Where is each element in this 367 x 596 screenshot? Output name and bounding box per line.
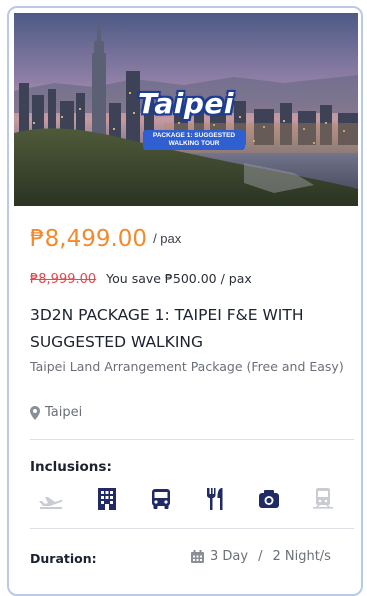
duration-separator: / [258,549,263,564]
savings-row: ₱8,999.00 You save ₱500.00 / pax [30,271,252,287]
hero-city-title: Taipei [138,87,234,120]
meals-icon [202,486,228,512]
train-icon [310,486,336,512]
hero-banner-line1: PACKAGE 1: SUGGESTED [152,132,236,139]
price-row: ₱8,499.00 / pax [30,226,181,252]
per-pax-label: / pax [153,231,182,246]
duration-nights: 2 Night/s [272,549,331,564]
plane-icon [38,486,64,512]
hotel-icon [94,486,120,512]
savings-text: You save ₱500.00 / pax [106,271,252,286]
map-pin-icon [30,405,40,420]
divider [30,439,354,440]
duration-label: Duration: [30,551,97,566]
inclusions-label: Inclusions: [30,459,112,475]
location: Taipei [30,405,82,420]
package-title[interactable]: 3D2N PACKAGE 1: TAIPEI F&E WITH SUGGESTE… [30,302,350,356]
bus-icon [148,486,174,512]
hero-image[interactable]: Taipei PACKAGE 1: SUGGESTED WALKING TOUR [14,13,358,206]
divider [30,528,354,529]
original-price: ₱8,999.00 [30,272,97,287]
hero-banner-line2: WALKING TOUR [168,140,220,147]
inclusions-icons [38,486,338,512]
duration-days: 3 Day [210,549,249,564]
duration-value: 3 Day / 2 Night/s [191,549,331,564]
hero-overlay: Taipei [14,87,358,120]
location-label: Taipei [45,405,83,420]
camera-icon [256,486,282,512]
hero-banner: PACKAGE 1: SUGGESTED WALKING TOUR [143,130,245,150]
calendar-icon [191,550,204,563]
package-subtitle: Taipei Land Arrangement Package (Free an… [30,359,344,374]
package-card[interactable]: Taipei PACKAGE 1: SUGGESTED WALKING TOUR… [7,6,363,596]
current-price: ₱8,499.00 [30,226,148,252]
